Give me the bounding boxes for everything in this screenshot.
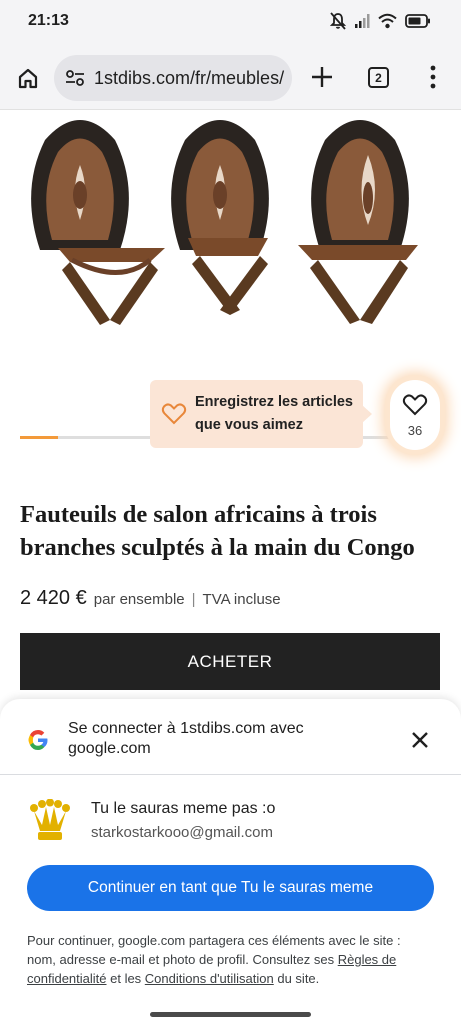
signin-title: Se connecter à 1stdibs.com avec google.c… (68, 720, 304, 757)
battery-icon (405, 14, 430, 28)
more-vert-icon[interactable] (424, 64, 442, 90)
favorite-button[interactable]: 36 (390, 380, 440, 450)
crown-avatar-icon (30, 799, 70, 840)
carousel-progress (20, 436, 58, 439)
status-icons (330, 12, 431, 30)
disclaimer-text-middle: et les (106, 971, 145, 986)
buy-button[interactable]: ACHETER (20, 633, 440, 690)
heart-outline-icon (402, 393, 428, 415)
chair-image-left (31, 120, 165, 325)
home-button[interactable] (14, 64, 42, 92)
product-title: Fauteuils de salon africains à trois bra… (20, 501, 415, 561)
terms-link[interactable]: Conditions d'utilisation (145, 971, 274, 986)
save-prompt-text: Enregistrez les articles que vous aimez (195, 394, 353, 433)
tax-note: TVA incluse (202, 591, 281, 608)
close-icon[interactable] (410, 730, 430, 750)
chair-image-right (298, 120, 418, 324)
status-bar: 21:13 (0, 0, 461, 44)
save-favorites-tooltip: Enregistrez les articles que vous aimez (150, 380, 372, 448)
product-image[interactable] (0, 110, 461, 338)
plus-icon[interactable] (309, 64, 335, 90)
home-icon (18, 68, 38, 89)
wifi-icon (378, 13, 397, 29)
account-email: starkostarkooo@gmail.com (91, 824, 273, 841)
signal-icon (355, 14, 370, 28)
chair-image-middle (171, 120, 269, 315)
continue-as-button[interactable]: Continuer en tant que Tu le sauras meme (27, 865, 434, 911)
chairs-illustration (31, 120, 418, 325)
price-separator: | (191, 591, 196, 608)
gesture-home-bar[interactable] (150, 1012, 311, 1017)
google-signin-sheet: Se connecter à 1stdibs.com avec google.c… (0, 699, 461, 1024)
url-text: 1stdibs.com/fr/meubles/ (94, 67, 285, 88)
address-bar[interactable]: 1stdibs.com/fr/meubles/ (54, 55, 292, 101)
bell-off-icon (330, 12, 346, 30)
price-unit: par ensemble (93, 591, 185, 608)
favorite-count: 36 (407, 422, 423, 438)
tab-switcher-button[interactable]: 2 (368, 67, 389, 88)
price: 2 420 € (20, 587, 87, 609)
heart-icon (161, 403, 187, 425)
site-settings-icon[interactable] (64, 67, 86, 89)
google-logo-icon (28, 730, 48, 750)
browser-toolbar: 1stdibs.com/fr/meubles/ 2 (0, 44, 461, 110)
account-name: Tu le sauras meme pas :o (91, 800, 276, 817)
price-row: 2 420 € par ensemble | TVA incluse (20, 587, 281, 610)
signin-disclaimer: Pour continuer, google.com partagera ces… (27, 931, 427, 988)
sheet-header: Se connecter à 1stdibs.com avec google.c… (0, 699, 461, 775)
status-time: 21:13 (28, 12, 69, 29)
disclaimer-text-end: du site. (273, 971, 320, 986)
